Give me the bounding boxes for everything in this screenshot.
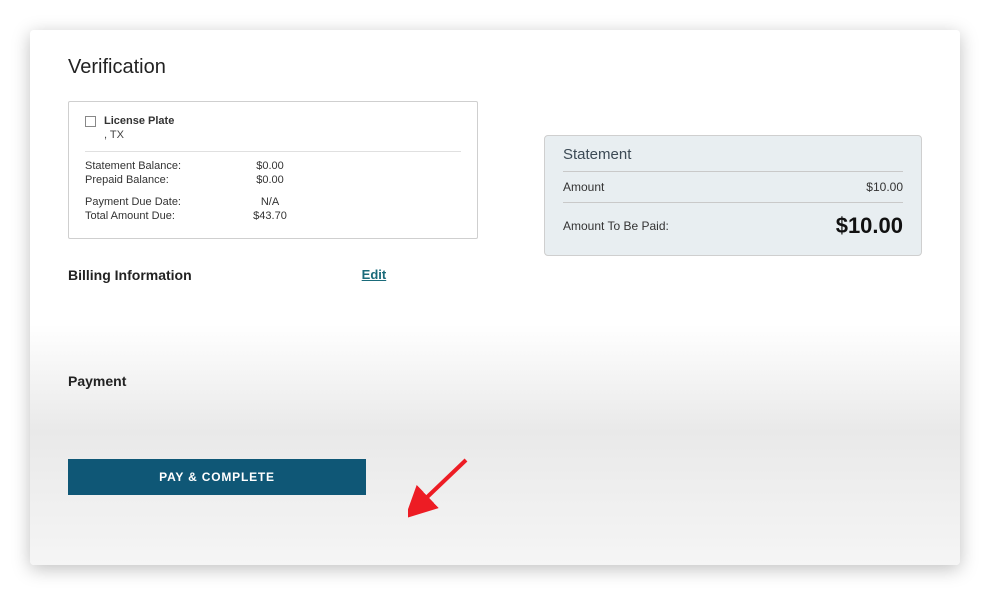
- license-plate-text: License Plate , TX: [104, 114, 174, 143]
- pay-complete-button[interactable]: PAY & COMPLETE: [68, 459, 366, 495]
- statement-title: Statement: [563, 146, 903, 172]
- kv-label: Payment Due Date:: [85, 196, 225, 208]
- edit-billing-link[interactable]: Edit: [362, 267, 387, 282]
- kv-value: $0.00: [225, 160, 315, 172]
- left-column: License Plate , TX Statement Balance: $0…: [68, 101, 478, 495]
- kv-label: Total Amount Due:: [85, 210, 225, 222]
- statement-to-be-paid-value: $10.00: [836, 213, 903, 239]
- page-title: Verification: [68, 56, 922, 79]
- kv-label: Prepaid Balance:: [85, 174, 225, 186]
- statement-to-be-paid-row: Amount To Be Paid: $10.00: [563, 213, 903, 239]
- kv-row: Prepaid Balance: $0.00: [85, 174, 461, 186]
- kv-value: N/A: [225, 196, 315, 208]
- billing-section-title: Billing Information: [68, 267, 192, 283]
- statement-box: Statement Amount $10.00 Amount To Be Pai…: [544, 135, 922, 256]
- kv-label: Statement Balance:: [85, 160, 225, 172]
- verify-box: License Plate , TX Statement Balance: $0…: [68, 101, 478, 239]
- kv-row: Payment Due Date: N/A: [85, 196, 461, 208]
- verification-panel: Verification License Plate , TX Statemen…: [30, 30, 960, 565]
- statement-to-be-paid-label: Amount To Be Paid:: [563, 219, 669, 233]
- statement-amount-value: $10.00: [866, 180, 903, 194]
- license-plate-sub: , TX: [104, 129, 124, 141]
- right-column: Statement Amount $10.00 Amount To Be Pai…: [544, 101, 922, 256]
- kv-row: Statement Balance: $0.00: [85, 160, 461, 172]
- payment-section-title: Payment: [68, 373, 478, 389]
- kv-value: $0.00: [225, 174, 315, 186]
- statement-amount-label: Amount: [563, 180, 604, 194]
- columns: License Plate , TX Statement Balance: $0…: [68, 101, 922, 495]
- license-plate-checkbox[interactable]: [85, 116, 96, 127]
- kv-value: $43.70: [225, 210, 315, 222]
- kv-row: Total Amount Due: $43.70: [85, 210, 461, 222]
- license-plate-label: License Plate: [104, 115, 174, 127]
- license-plate-row: License Plate , TX: [85, 114, 461, 152]
- billing-section-row: Billing Information Edit: [68, 267, 478, 283]
- statement-amount-row: Amount $10.00: [563, 180, 903, 203]
